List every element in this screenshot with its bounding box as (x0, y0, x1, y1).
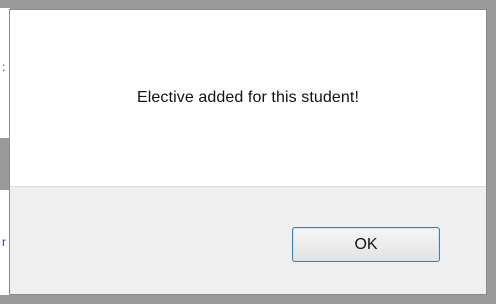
dialog-footer: OK (10, 186, 486, 294)
ok-button[interactable]: OK (292, 227, 440, 262)
alert-dialog: Elective added for this student! OK (9, 9, 487, 295)
alert-message: Elective added for this student! (137, 89, 359, 106)
dialog-body: Elective added for this student! (10, 10, 486, 186)
background-text-fragment: r (2, 235, 6, 249)
background-text-fragment: : (2, 60, 6, 74)
